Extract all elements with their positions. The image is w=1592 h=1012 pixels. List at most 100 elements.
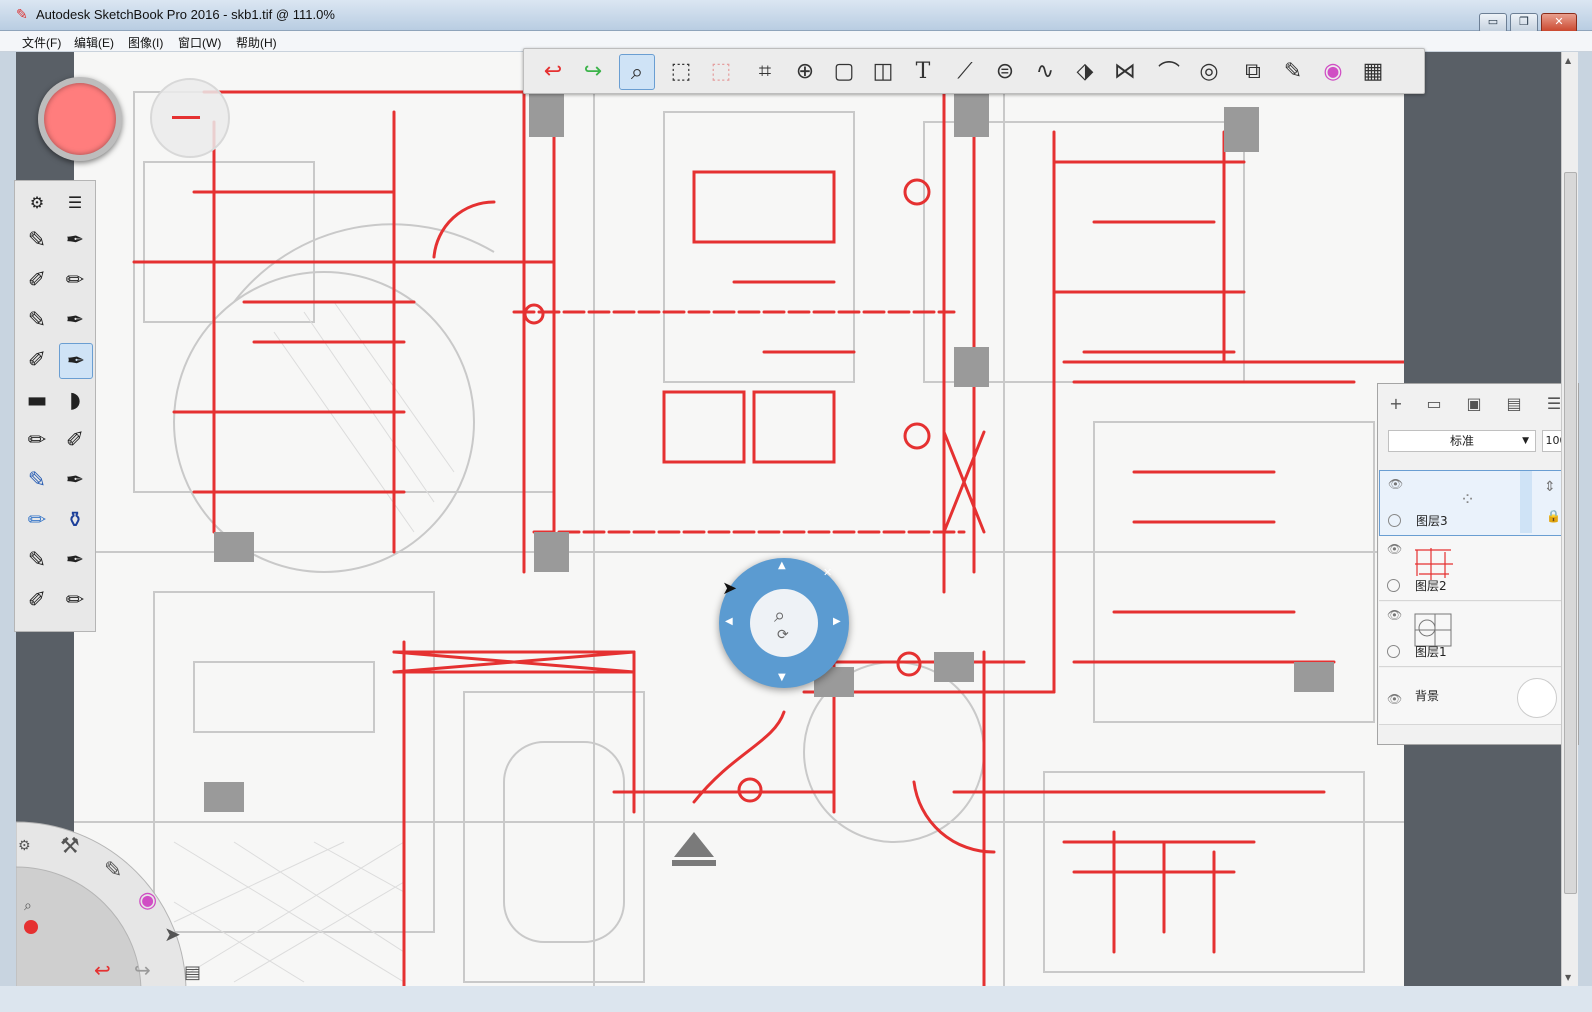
layer-select-radio[interactable] bbox=[1387, 645, 1400, 658]
add-image-icon[interactable]: ▣ bbox=[1462, 392, 1486, 416]
ruler-icon[interactable]: ⟋ bbox=[948, 54, 982, 88]
scrollbar-thumb[interactable] bbox=[1564, 172, 1577, 894]
lasso-select-icon[interactable]: ⬚ bbox=[704, 54, 738, 88]
scroll-up-icon[interactable]: ▲ bbox=[1565, 56, 1571, 65]
menu-window[interactable]: 窗口(W) bbox=[178, 34, 221, 51]
add-layer-icon[interactable]: + bbox=[1384, 392, 1408, 416]
puck-down-icon[interactable]: ▼ bbox=[778, 672, 786, 683]
selected-pen-brush-icon[interactable]: ✒ bbox=[59, 343, 93, 379]
menu-edit[interactable]: 编辑(E) bbox=[74, 34, 114, 51]
vertical-scrollbar[interactable]: ▲ ▼ bbox=[1561, 52, 1578, 986]
zoom-rotate-puck[interactable]: ⌕ ⟳ ▲ ▼ ◀ ▶ ✕ bbox=[719, 558, 849, 688]
stroke-icon[interactable]: ⌒ bbox=[1152, 54, 1186, 88]
layer-lock-toggle-icon[interactable]: 🔒 bbox=[1546, 509, 1561, 523]
lagoon-color-dot-icon[interactable] bbox=[24, 920, 38, 934]
restore-button[interactable]: ❐ bbox=[1510, 13, 1538, 33]
transform-icon[interactable]: ⊕ bbox=[788, 54, 822, 88]
menu-help[interactable]: 帮助(H) bbox=[236, 34, 277, 51]
lagoon-redo-icon[interactable]: ↪ bbox=[134, 958, 151, 982]
crop-icon[interactable]: ⌗ bbox=[748, 54, 782, 88]
brush-properties-icon[interactable]: ⚙ bbox=[21, 185, 53, 219]
puck-center[interactable]: ⌕ ⟳ bbox=[750, 589, 818, 657]
blue-pencil-brush-icon[interactable]: ✎ bbox=[21, 463, 53, 497]
visibility-eye-icon[interactable]: 👁 bbox=[1387, 692, 1402, 706]
fill-icon[interactable]: ◫ bbox=[866, 54, 900, 88]
layer-name: 背景 bbox=[1415, 689, 1440, 703]
visibility-eye-icon[interactable]: 👁 bbox=[1387, 608, 1402, 622]
brush-size-puck[interactable] bbox=[150, 78, 230, 158]
layer-row-background[interactable]: 👁 背景 bbox=[1379, 668, 1575, 725]
menu-image[interactable]: 图像(I) bbox=[128, 34, 163, 51]
color-puck[interactable] bbox=[38, 77, 122, 161]
lagoon-color-wheel-icon[interactable]: ◉ bbox=[138, 888, 157, 913]
menu-file[interactable]: 文件(F) bbox=[22, 34, 61, 51]
layer-row-2[interactable]: 👁 图层2 bbox=[1379, 536, 1575, 601]
lagoon-zoom-icon[interactable]: ⌕ bbox=[24, 898, 32, 914]
lagoon-select-icon[interactable]: ➤ bbox=[164, 922, 181, 946]
graphite-brush-icon[interactable]: ✒ bbox=[59, 463, 91, 497]
round-brush-icon[interactable]: ✒ bbox=[59, 543, 91, 577]
technical-pen-brush-icon[interactable]: ✐ bbox=[21, 343, 53, 377]
ballpoint-brush-icon[interactable]: ✎ bbox=[21, 303, 53, 337]
puck-left-icon[interactable]: ◀ bbox=[725, 616, 733, 627]
lagoon-layers-icon[interactable]: ▤ bbox=[184, 962, 201, 983]
layout-icon[interactable]: ▦ bbox=[1356, 54, 1390, 88]
layer-select-radio[interactable] bbox=[1387, 579, 1400, 592]
blend-mode-select[interactable]: 标准 ▼ bbox=[1388, 430, 1536, 452]
lagoon-tools-icon[interactable]: ⚒ bbox=[60, 834, 80, 859]
text-icon[interactable]: T bbox=[906, 54, 940, 88]
paint-brush-icon[interactable]: ✎ bbox=[21, 543, 53, 577]
minimize-button[interactable]: ▭ bbox=[1479, 13, 1507, 33]
layer-move-icon[interactable]: ⇕ bbox=[1544, 479, 1556, 495]
visibility-eye-icon[interactable]: 👁 bbox=[1387, 542, 1402, 556]
chevron-down-icon: ▼ bbox=[1522, 436, 1529, 446]
layer-name: 图层2 bbox=[1415, 579, 1447, 593]
eraser-soft-icon[interactable]: ◗ bbox=[59, 383, 91, 417]
scroll-down-icon[interactable]: ▼ bbox=[1565, 973, 1571, 982]
copy-paste-icon[interactable]: ⧉ bbox=[1236, 54, 1270, 88]
puck-zoom-icon: ⌕ bbox=[774, 603, 786, 627]
puck-up-icon[interactable]: ▲ bbox=[778, 560, 786, 571]
chisel-brush-icon[interactable]: ✐ bbox=[59, 423, 91, 457]
close-button[interactable]: ✕ bbox=[1541, 13, 1577, 33]
ellipse-guide-icon[interactable]: ⊜ bbox=[988, 54, 1022, 88]
ink-bottle-brush-icon[interactable]: ⚱ bbox=[59, 503, 91, 537]
shapes-icon[interactable]: ◎ bbox=[1192, 54, 1226, 88]
eraser-hard-icon[interactable]: ▬ bbox=[21, 383, 53, 417]
fine-pen-brush-icon[interactable]: ✒ bbox=[59, 303, 91, 337]
distort-icon[interactable]: ▢ bbox=[827, 54, 861, 88]
ink-pen-brush-icon[interactable]: ✒ bbox=[59, 223, 91, 257]
symmetry-icon[interactable]: ⋈ bbox=[1108, 54, 1142, 88]
watercolor-brush-icon[interactable]: ✏ bbox=[21, 503, 53, 537]
fan-brush-icon[interactable]: ✏ bbox=[59, 583, 91, 617]
background-color-swatch[interactable] bbox=[1517, 678, 1557, 718]
undo-icon[interactable]: ↩ bbox=[536, 54, 570, 88]
brush-list-icon[interactable]: ☰ bbox=[59, 185, 91, 219]
french-curve-icon[interactable]: ∿ bbox=[1028, 54, 1062, 88]
lagoon-undo-icon[interactable]: ↩ bbox=[94, 958, 111, 982]
layer-select-radio[interactable] bbox=[1388, 514, 1401, 527]
color-wheel-icon[interactable]: ◉ bbox=[1316, 54, 1350, 88]
layer-lock-icon[interactable]: ▤ bbox=[1502, 392, 1526, 416]
flat-brush-icon[interactable]: ✐ bbox=[21, 583, 53, 617]
layer-row-1[interactable]: 👁 图层1 bbox=[1379, 602, 1575, 667]
lagoon-settings-icon[interactable]: ⚙ bbox=[18, 838, 31, 854]
perspective-icon[interactable]: ⬗ bbox=[1068, 54, 1102, 88]
layer-name: 图层1 bbox=[1415, 645, 1447, 659]
brush-library-icon[interactable]: ✎ bbox=[1276, 54, 1310, 88]
redo-icon[interactable]: ↪ bbox=[576, 54, 610, 88]
airbrush-brush-icon[interactable]: ✏ bbox=[21, 423, 53, 457]
drawing-canvas[interactable] bbox=[74, 52, 1404, 986]
puck-right-icon[interactable]: ▶ bbox=[833, 616, 841, 627]
puck-close-icon[interactable]: ✕ bbox=[823, 566, 832, 579]
layer-row-3[interactable]: 👁 ⁘ 图层3 ⇕ 🔒 bbox=[1379, 470, 1577, 536]
felt-pen-brush-icon[interactable]: ✏ bbox=[59, 263, 91, 297]
title-bar: ✎ Autodesk SketchBook Pro 2016 - skb1.ti… bbox=[0, 0, 1592, 33]
add-group-icon[interactable]: ▭ bbox=[1422, 392, 1446, 416]
marker-brush-icon[interactable]: ✐ bbox=[21, 263, 53, 297]
visibility-eye-icon[interactable]: 👁 bbox=[1388, 477, 1403, 491]
zoom-icon[interactable]: ⌕ bbox=[619, 54, 655, 90]
lagoon-brush-icon[interactable]: ✎ bbox=[104, 858, 122, 883]
pencil-brush-icon[interactable]: ✎ bbox=[21, 223, 53, 257]
rect-select-icon[interactable]: ⬚ bbox=[664, 54, 698, 88]
